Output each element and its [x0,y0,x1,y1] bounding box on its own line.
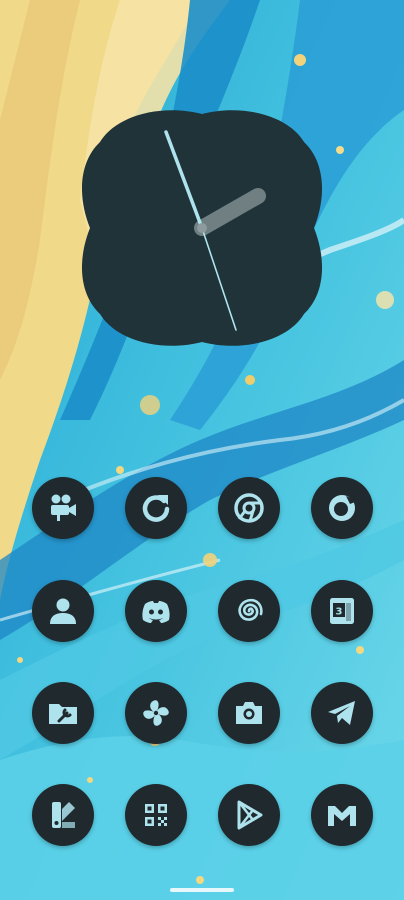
chrome-icon [231,490,267,526]
app-icon-telegram[interactable] [311,682,373,744]
app-icon-discord[interactable] [125,580,187,642]
play-store-icon [231,797,267,833]
svg-text:3: 3 [336,607,343,618]
app-icon-spiral[interactable] [218,580,280,642]
pinwheel-icon [138,695,174,731]
telegram-icon [324,695,360,731]
discord-icon [138,593,174,629]
camera-icon [231,695,267,731]
app-icon-video-camera[interactable] [32,477,94,539]
app-icon-folder-tools[interactable] [32,682,94,744]
spiral-icon [231,593,267,629]
gmail-icon [324,797,360,833]
movie-camera-icon [45,490,81,526]
app-icon-refresh[interactable] [125,477,187,539]
gesture-navigation-handle[interactable] [170,888,234,892]
calendar-icon: 3 [324,593,360,629]
app-icon-camera[interactable] [218,682,280,744]
folder-wrench-icon [45,695,81,731]
app-icon-swatches[interactable] [32,784,94,846]
app-icon-qr-scanner[interactable] [125,784,187,846]
app-icon-calendar[interactable]: 3 [311,580,373,642]
firefox-icon [324,490,360,526]
refresh-icon [138,490,174,526]
qr-code-icon [138,797,174,833]
color-swatch-icon [45,797,81,833]
app-icon-firefox[interactable] [311,477,373,539]
app-icon-pinwheel[interactable] [125,682,187,744]
app-icon-contacts[interactable] [32,580,94,642]
person-icon [45,593,81,629]
app-icon-gmail[interactable] [311,784,373,846]
app-icon-chrome[interactable] [218,477,280,539]
app-icon-grid: 3 [0,0,404,900]
app-icon-play-store[interactable] [218,784,280,846]
